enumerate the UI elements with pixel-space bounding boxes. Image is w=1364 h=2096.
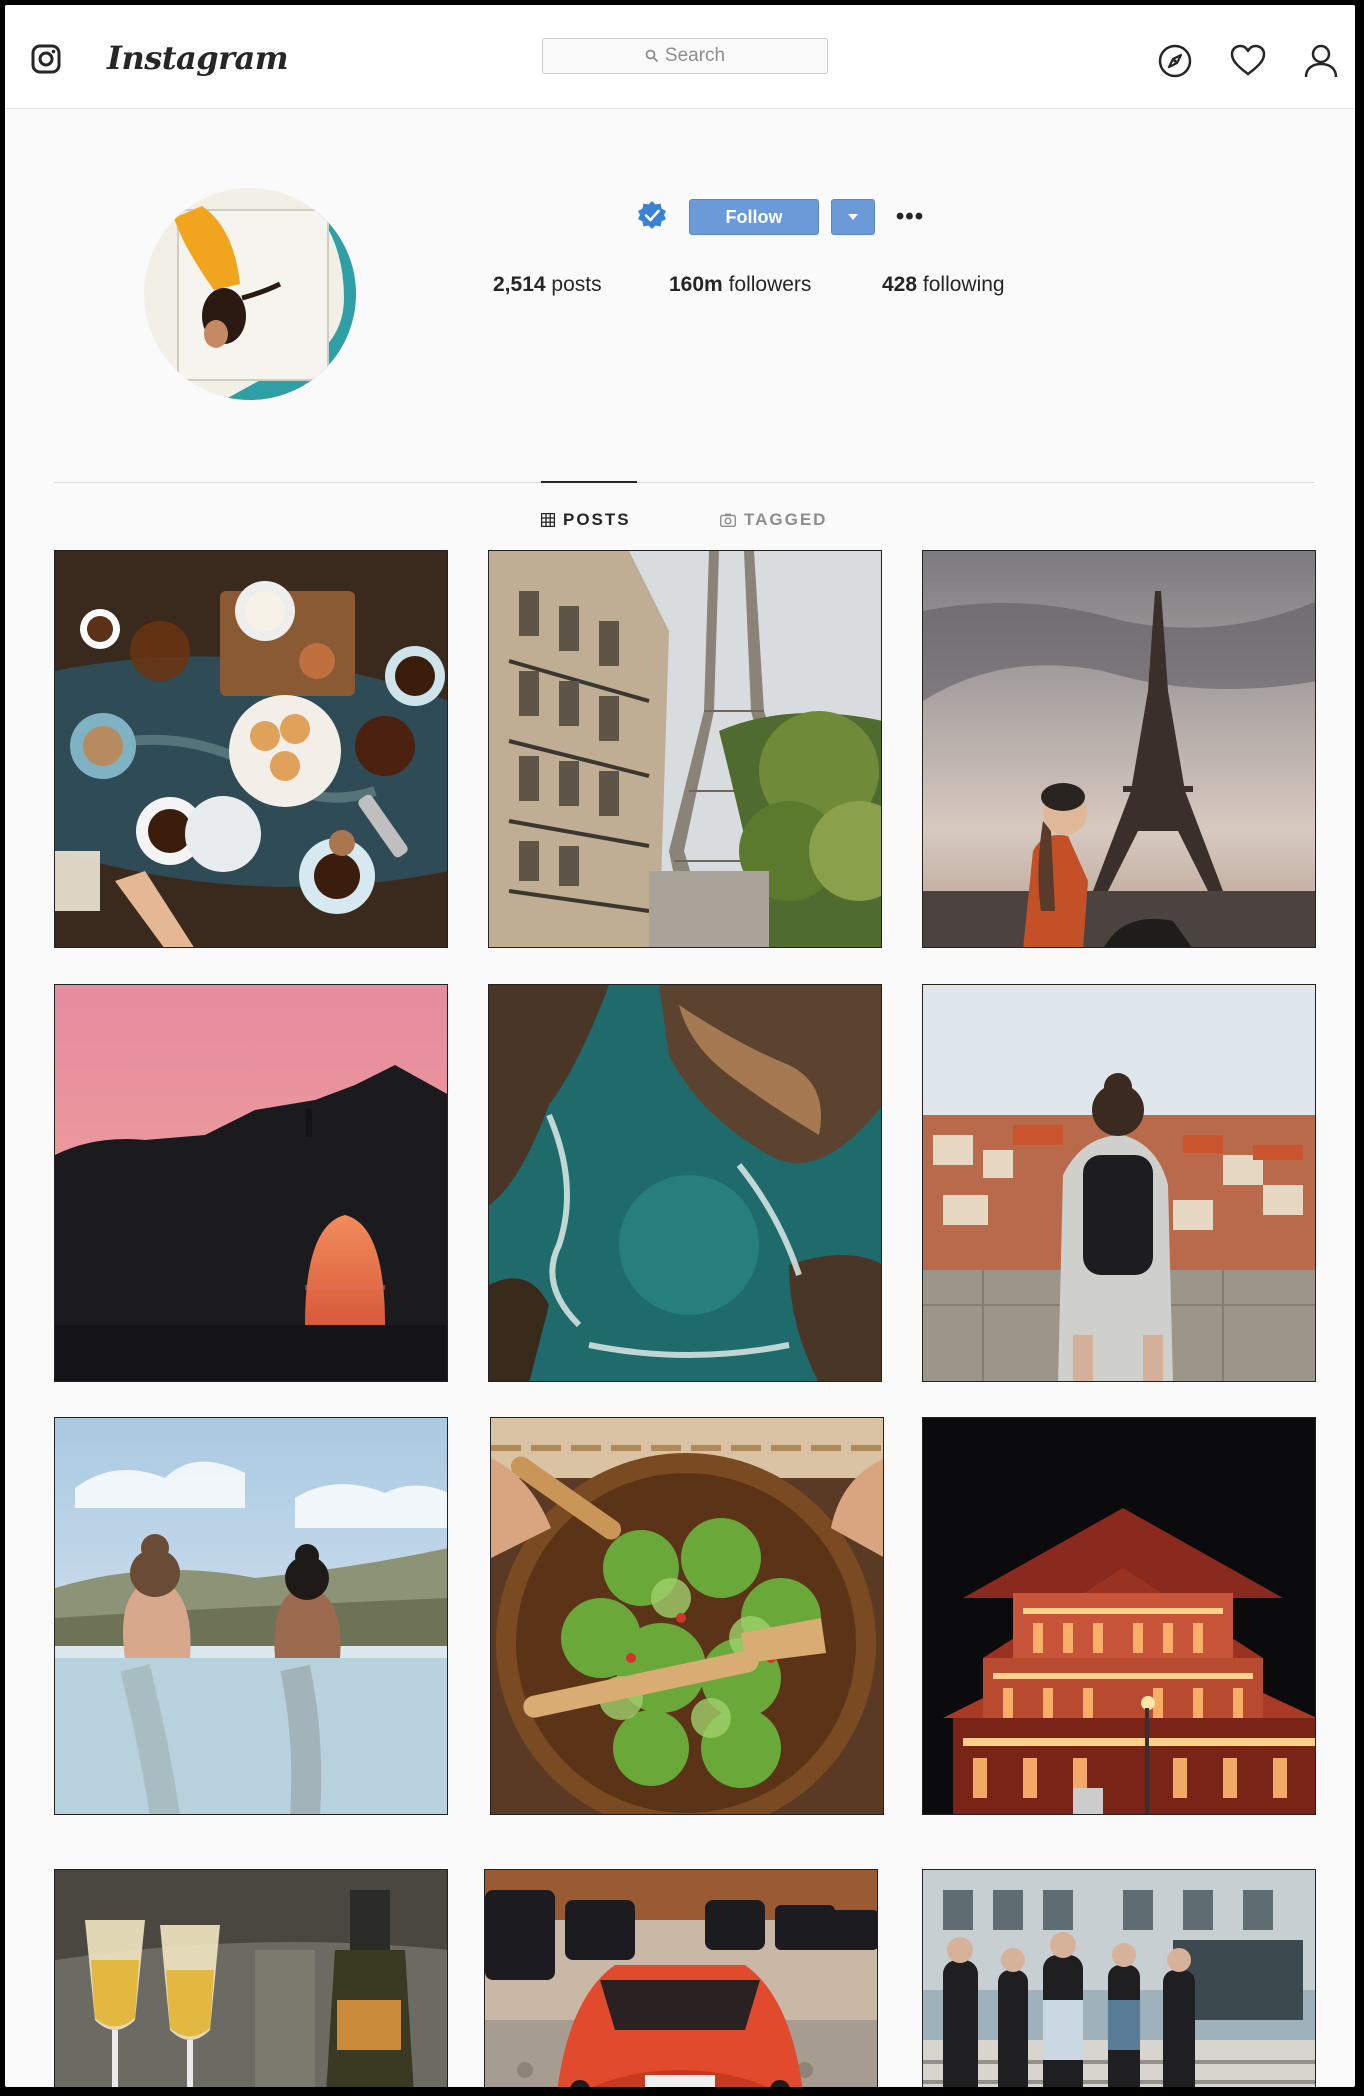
more-options-button[interactable]: ••• <box>895 202 925 232</box>
tabs-divider <box>54 482 1315 483</box>
search-placeholder: Search <box>664 45 726 66</box>
profile-header: Follow ••• 2,514 posts 160m followers 42… <box>5 108 1355 488</box>
post-thumbnail-8[interactable] <box>490 1417 884 1815</box>
post-thumbnail-4[interactable] <box>54 984 448 1382</box>
followers-label: followers <box>728 273 812 296</box>
active-tab-indicator <box>541 481 637 483</box>
following-label: following <box>922 273 1005 296</box>
heart-icon[interactable] <box>1230 43 1266 79</box>
app-window: Instagram Search Follow ••• 2,514 posts … <box>5 5 1355 2087</box>
avatar[interactable] <box>144 188 356 400</box>
tag-camera-icon <box>720 513 736 527</box>
post-thumbnail-10[interactable] <box>54 1869 448 2087</box>
instagram-camera-icon[interactable] <box>30 43 62 75</box>
search-icon <box>645 49 659 63</box>
post-thumbnail-9[interactable] <box>922 1417 1316 1815</box>
instagram-logo[interactable]: Instagram <box>107 39 289 77</box>
post-thumbnail-11[interactable] <box>484 1869 878 2087</box>
post-thumbnail-12[interactable] <box>922 1869 1316 2087</box>
posts-count: 2,514 <box>493 273 546 296</box>
post-thumbnail-5[interactable] <box>488 984 882 1382</box>
following-count-stat[interactable]: 428 following <box>882 273 1005 297</box>
search-input[interactable]: Search <box>542 38 828 74</box>
caret-down-icon <box>848 214 858 220</box>
suggestions-dropdown-button[interactable] <box>831 199 875 235</box>
grid-icon <box>541 513 555 527</box>
compass-icon[interactable] <box>1157 43 1193 79</box>
post-thumbnail-7[interactable] <box>54 1417 448 1815</box>
follow-button[interactable]: Follow <box>689 199 819 235</box>
verified-badge-icon <box>638 201 666 229</box>
tab-posts[interactable]: POSTS <box>541 510 631 530</box>
user-icon[interactable] <box>1303 43 1339 79</box>
posts-label: posts <box>551 273 602 296</box>
following-count: 428 <box>882 273 918 296</box>
followers-count: 160m <box>669 273 723 296</box>
post-thumbnail-6[interactable] <box>922 984 1316 1382</box>
post-thumbnail-3[interactable] <box>922 550 1316 948</box>
tab-posts-label: POSTS <box>563 510 631 529</box>
tab-tagged[interactable]: TAGGED <box>720 510 827 530</box>
tab-tagged-label: TAGGED <box>744 510 828 529</box>
post-thumbnail-2[interactable] <box>488 550 882 948</box>
followers-count-stat[interactable]: 160m followers <box>669 273 811 297</box>
posts-count-stat[interactable]: 2,514 posts <box>493 273 602 297</box>
top-nav-bar: Instagram Search <box>5 5 1355 109</box>
post-thumbnail-1[interactable] <box>54 550 448 948</box>
